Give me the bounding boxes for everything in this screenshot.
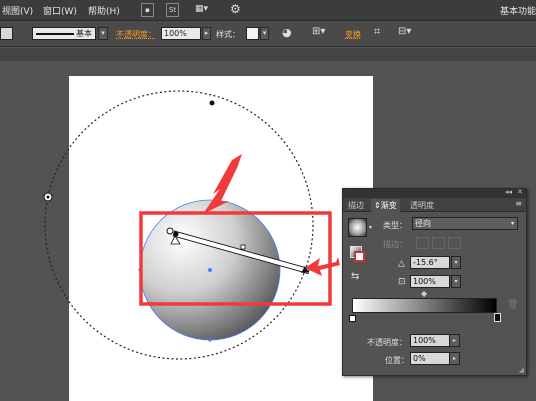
stroke-gradient-along-icon [432, 237, 445, 249]
stop-opacity-label: 不透明度： [367, 338, 407, 347]
aspect-ratio-field[interactable]: 100% [410, 275, 450, 288]
stroke-gradient-within-icon [416, 237, 429, 249]
collapse-icon[interactable]: ◂◂ [505, 188, 512, 196]
tab-stroke[interactable]: 描边 [345, 199, 367, 212]
sphere-center-point [208, 268, 212, 272]
angle-field[interactable]: -15.6° [410, 256, 450, 269]
gradient-aspect-handle-dot [46, 195, 50, 199]
type-value: 径向 [415, 219, 431, 228]
panel-titlebar[interactable]: ◂◂ ✕ [343, 188, 526, 198]
type-label: 类型： [383, 221, 407, 230]
red-arrow-right [305, 257, 340, 276]
gradient-origin-handle[interactable] [166, 227, 174, 235]
aspect-ratio-icon: ⊡ [398, 277, 406, 287]
gradient-range-handle[interactable] [209, 100, 215, 106]
chevron-down-icon: ▾ [510, 220, 514, 227]
reverse-gradient-icon[interactable]: ⇆ [351, 271, 359, 282]
angle-dropdown-icon[interactable]: ▾ [451, 256, 461, 269]
stroke-label: 描边： [383, 240, 407, 249]
aspect-dropdown-icon[interactable]: ▾ [451, 275, 461, 288]
close-icon[interactable]: ✕ [517, 188, 523, 196]
midpoint-diamond-icon[interactable]: ◆ [421, 289, 427, 298]
location-label: 位置： [385, 356, 409, 365]
gradient-thumbnail[interactable] [348, 218, 367, 237]
tab-gradient[interactable]: ⇕渐变 [371, 199, 400, 212]
stroke-swatch-icon[interactable] [354, 251, 365, 262]
color-stop-white[interactable] [349, 315, 356, 322]
thumbnail-dropdown-icon[interactable]: ▾ [369, 224, 372, 231]
angle-icon: △ [398, 259, 405, 269]
panel-tab-bar: 描边 ⇕渐变 透明度 ≡ [343, 198, 526, 212]
gradient-origin-dot [173, 231, 179, 237]
gradient-slider[interactable] [352, 298, 497, 313]
tab-transparency[interactable]: 透明度 [407, 199, 437, 212]
color-stop-black[interactable] [494, 313, 501, 322]
type-select[interactable]: 径向 ▾ [412, 217, 518, 230]
stroke-gradient-across-icon [448, 237, 461, 249]
resize-grip-icon[interactable]: ◢ [519, 366, 524, 374]
gradient-midpoint[interactable] [240, 244, 246, 250]
gradient-panel: ◂◂ ✕ 描边 ⇕渐变 透明度 ≡ ▾ 类型： 径向 ▾ 描边： ⇆ △ -15… [342, 188, 527, 376]
panel-menu-icon[interactable]: ≡ [515, 199, 522, 208]
sphere-anchor-bottom [208, 338, 212, 342]
location-arrow-icon[interactable]: ▸ [449, 352, 460, 365]
stop-opacity-arrow-icon[interactable]: ▸ [449, 334, 460, 347]
delete-stop-icon[interactable]: 🗑 [507, 300, 518, 310]
